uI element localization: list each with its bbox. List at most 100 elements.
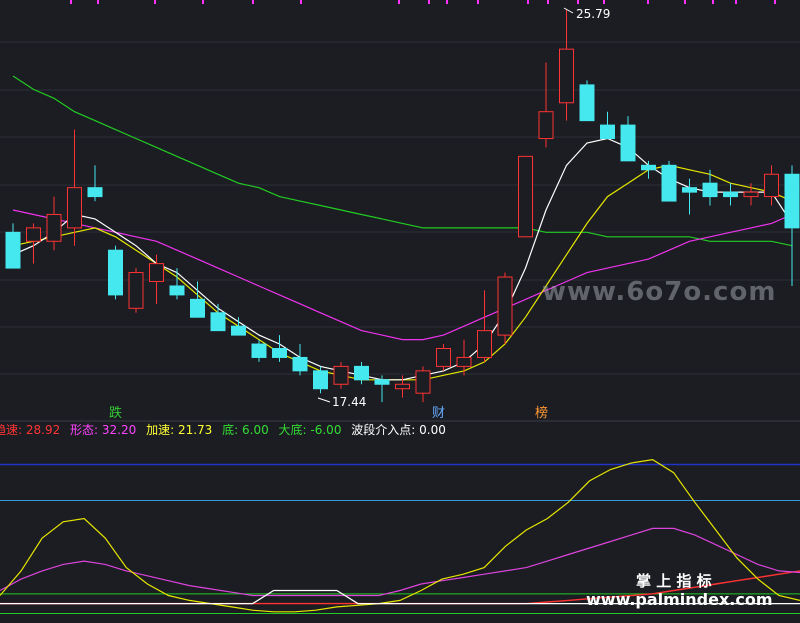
top-tick-15 xyxy=(684,0,686,4)
candle-body xyxy=(743,191,759,198)
candle-body xyxy=(641,164,656,171)
candle-32 xyxy=(661,160,677,202)
top-tick-3 xyxy=(202,0,204,4)
candle-body xyxy=(292,356,308,372)
candle-13 xyxy=(272,335,287,362)
candle-28 xyxy=(579,80,595,122)
candle-body xyxy=(354,365,369,381)
candle-16 xyxy=(333,361,349,389)
candle-body xyxy=(415,370,431,394)
candle-body xyxy=(272,348,287,358)
top-tick-2 xyxy=(154,0,156,4)
candle-25 xyxy=(518,155,533,238)
top-tick-11 xyxy=(547,0,549,4)
candle-body xyxy=(497,276,513,336)
indicator-legend: 趋速: 28.92 形态: 32.20 加速: 21.73 底: 6.00 大底… xyxy=(0,422,446,437)
candle-6 xyxy=(128,268,144,313)
candle-body xyxy=(436,348,451,367)
candle-17 xyxy=(354,361,369,385)
candle-body xyxy=(395,383,410,390)
top-tick-5 xyxy=(300,0,302,4)
candle-8 xyxy=(169,268,185,300)
candle-0 xyxy=(5,223,21,269)
candle-27 xyxy=(559,9,574,121)
signal-label-die: 跌 xyxy=(109,405,122,421)
candle-body xyxy=(723,191,738,198)
top-tick-0 xyxy=(70,0,72,4)
candle-body xyxy=(456,356,472,367)
top-tick-7 xyxy=(428,0,430,4)
candle-body xyxy=(559,48,574,104)
candle-body xyxy=(333,365,349,385)
candle-body xyxy=(764,173,779,198)
candlesticks xyxy=(5,9,800,403)
top-tick-13 xyxy=(603,0,605,4)
candle-body xyxy=(784,173,800,229)
candle-14 xyxy=(292,344,308,376)
top-tick-8 xyxy=(446,0,448,4)
candle-body xyxy=(661,164,677,202)
signal-label-bang: 榜 xyxy=(535,405,548,421)
candle-body xyxy=(149,263,164,282)
low-price-label: 17.44 xyxy=(317,395,366,409)
top-tick-10 xyxy=(527,0,529,4)
candle-5 xyxy=(108,245,123,300)
candle-20 xyxy=(415,366,431,403)
top-tick-9 xyxy=(477,0,479,4)
ma-green-line xyxy=(12,75,793,247)
high-price-label: 25.79 xyxy=(563,7,610,21)
candle-body xyxy=(5,231,21,269)
grid-lines xyxy=(0,41,800,422)
candle-body xyxy=(26,227,41,242)
top-tick-6 xyxy=(398,0,400,4)
candle-body xyxy=(518,155,533,238)
candle-7 xyxy=(149,254,164,304)
candle-1 xyxy=(26,223,41,264)
candle-body xyxy=(210,312,226,332)
low-price-value: 17.44 xyxy=(332,395,366,409)
brand-name: 掌 上 指 标 xyxy=(636,572,712,590)
candle-body xyxy=(108,249,123,296)
top-tick-14 xyxy=(647,0,649,4)
candle-34 xyxy=(702,169,718,206)
candle-body xyxy=(169,285,185,296)
candle-body xyxy=(251,343,267,358)
candle-26 xyxy=(538,62,554,148)
top-tick-12 xyxy=(577,0,579,4)
high-price-value: 25.79 xyxy=(576,7,610,21)
candle-body xyxy=(128,272,144,309)
moving-average-lines xyxy=(12,75,793,381)
top-tick-4 xyxy=(252,0,254,4)
candle-21 xyxy=(436,344,451,371)
candle-body xyxy=(702,182,718,198)
candle-23 xyxy=(477,290,492,362)
top-tick-17 xyxy=(735,0,737,4)
candle-24 xyxy=(497,272,513,345)
candle-35 xyxy=(723,183,738,206)
candle-body xyxy=(87,187,103,198)
brand-url: www.palmindex.com xyxy=(586,590,773,609)
candle-29 xyxy=(600,111,615,140)
candle-body xyxy=(538,111,554,140)
candle-15 xyxy=(313,366,328,394)
top-tick-marks xyxy=(70,0,776,4)
candle-body xyxy=(600,124,615,140)
candle-38 xyxy=(784,165,800,286)
candle-body xyxy=(67,187,82,229)
candle-body xyxy=(190,298,205,318)
top-tick-1 xyxy=(97,0,99,4)
candle-31 xyxy=(641,160,656,179)
legend-acceleration: 加速: 21.73 xyxy=(146,423,212,437)
candle-body xyxy=(579,84,595,122)
candle-body xyxy=(620,124,636,162)
signal-label-cai: 财 xyxy=(432,406,445,421)
candle-11 xyxy=(231,317,246,336)
legend-bottom: 底: 6.00 xyxy=(222,422,269,437)
top-tick-16 xyxy=(712,0,714,4)
legend-trend-speed: 趋速: 28.92 xyxy=(0,423,60,437)
candle-18 xyxy=(374,375,390,403)
candle-body xyxy=(313,370,328,390)
candle-body xyxy=(374,379,390,385)
candle-body xyxy=(477,330,492,358)
legend-big-bottom: 大底: -6.00 xyxy=(279,422,342,437)
